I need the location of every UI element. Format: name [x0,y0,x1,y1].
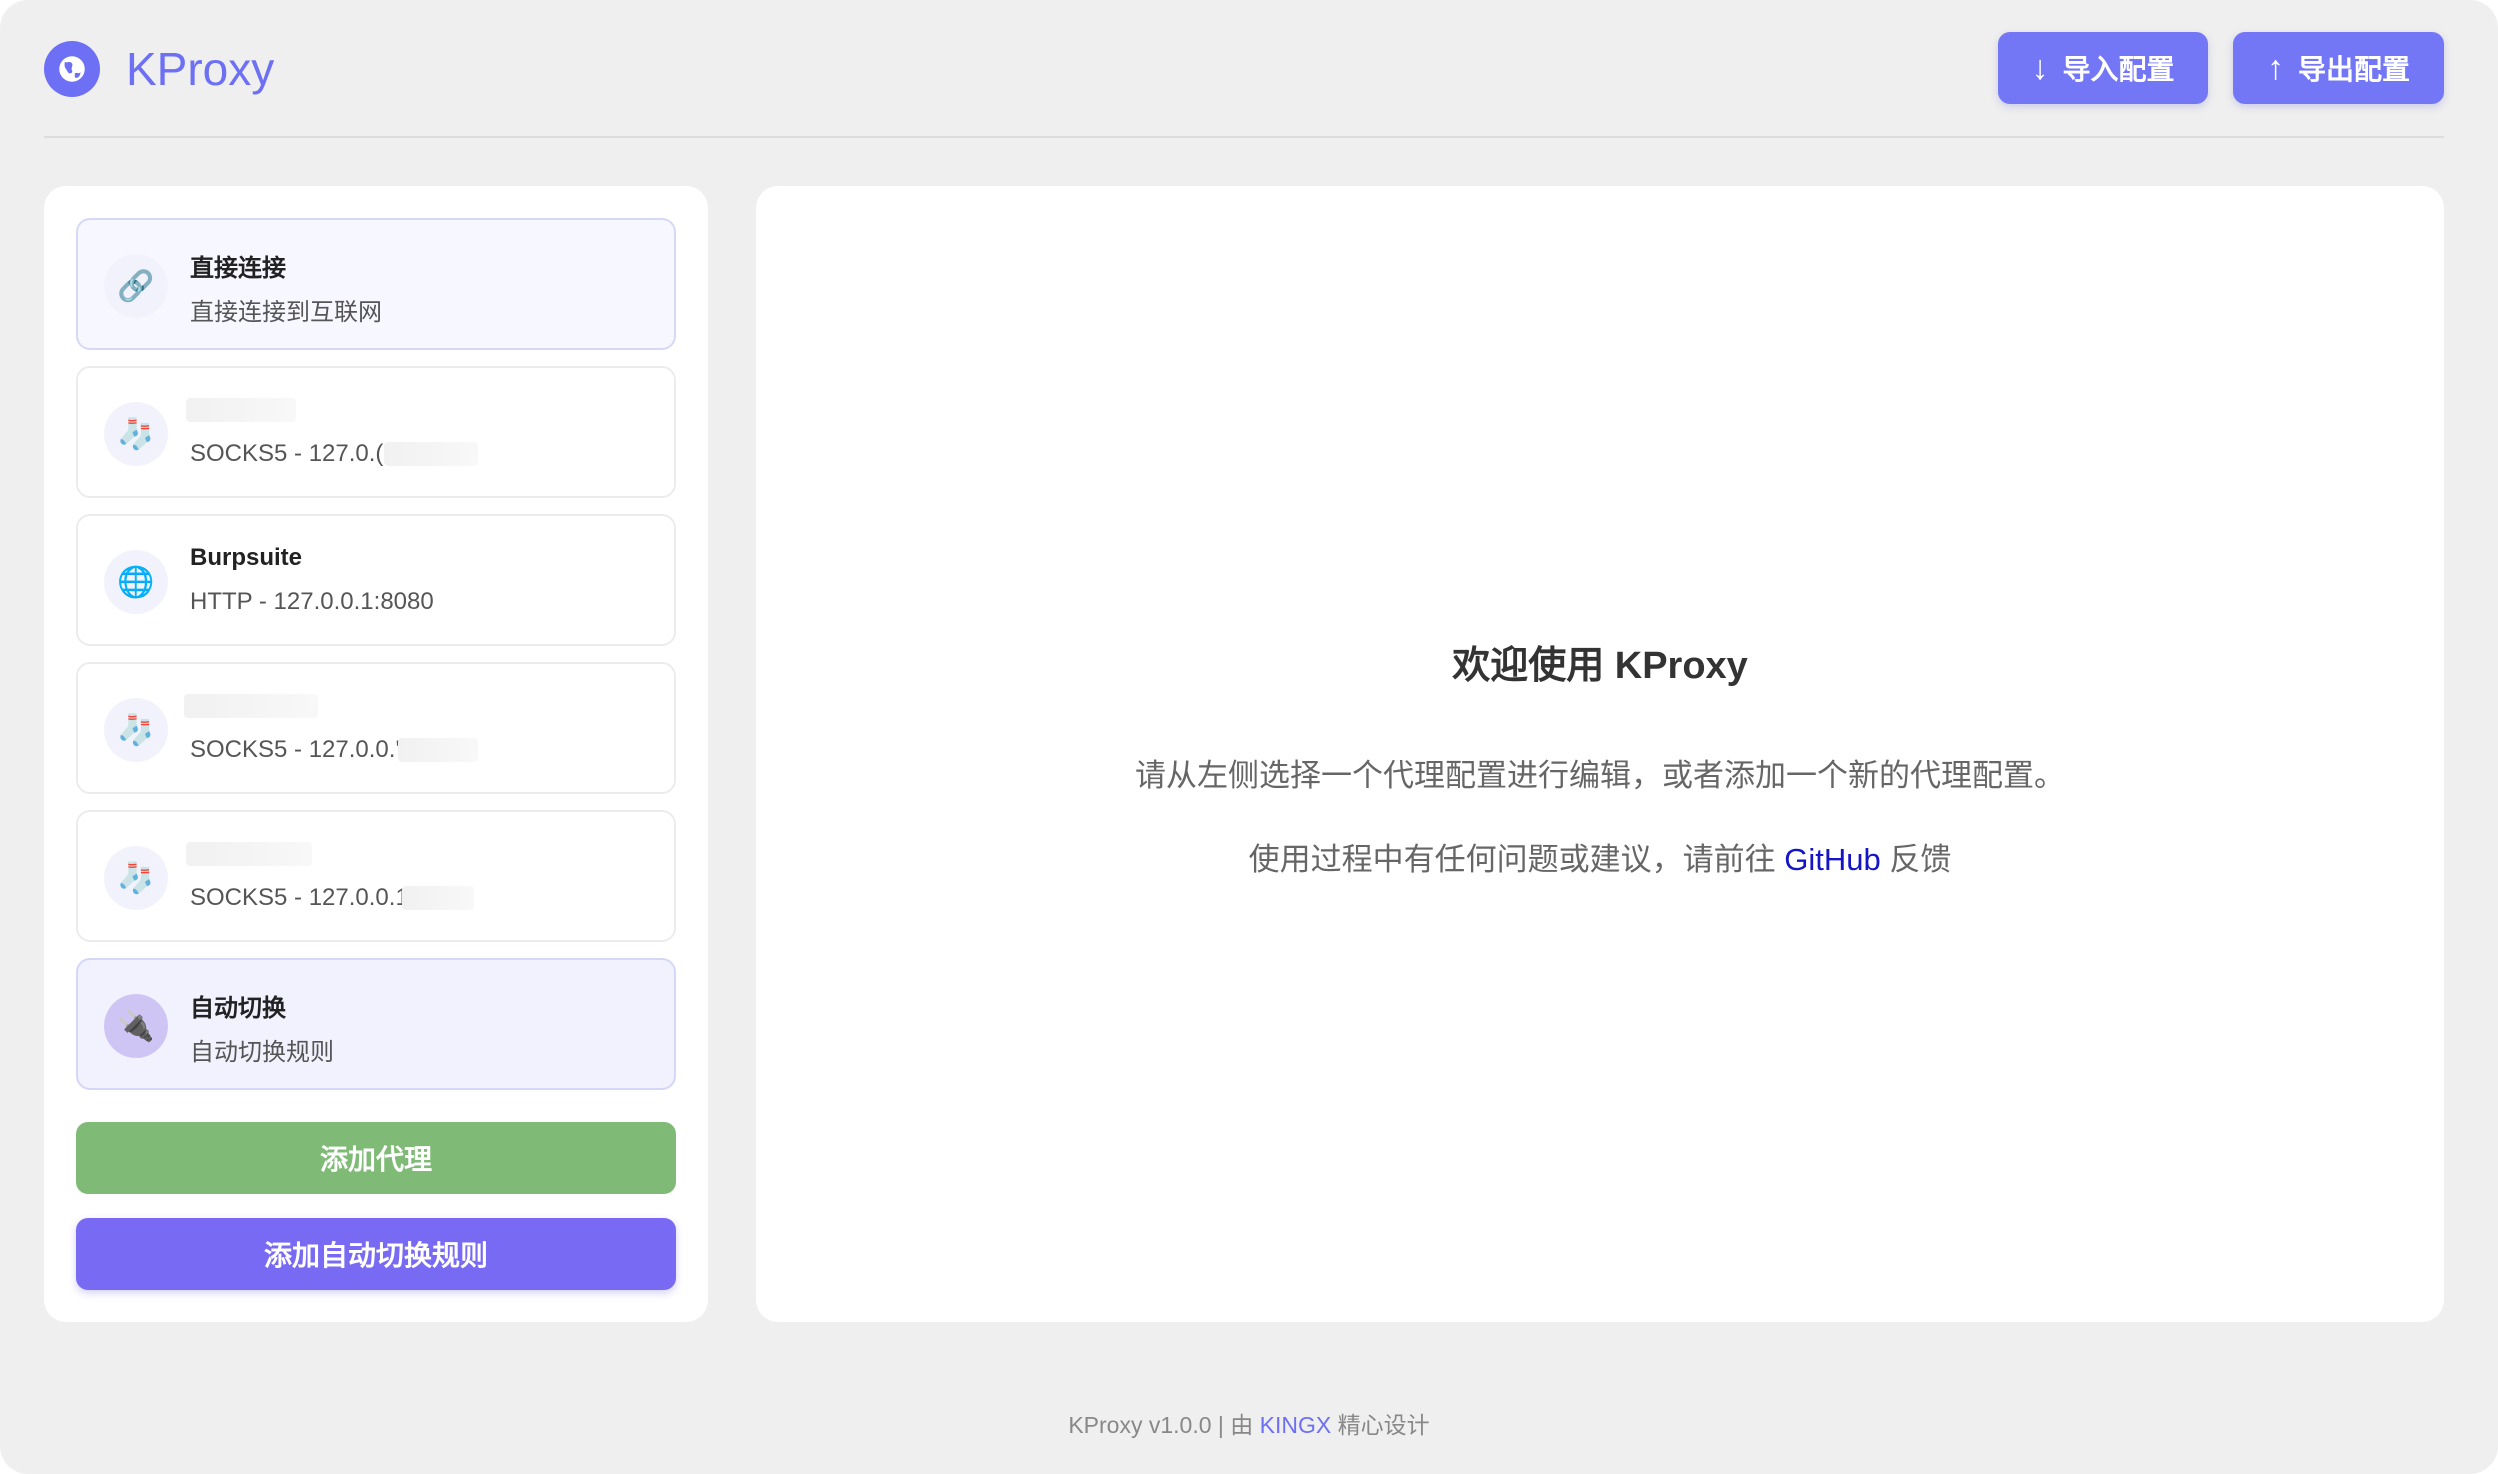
proxy-item-auto-switch[interactable]: 🔌 自动切换 自动切换规则 [76,958,676,1090]
globe-icon: 🌐 [104,550,168,614]
add-auto-switch-rule-button[interactable]: 添加自动切换规则 [76,1218,676,1290]
import-config-label: 导入配置 [2062,54,2175,85]
header: KProxy ↓ 导入配置 ↑ 导出配置 [44,0,2444,138]
redacted-address [402,886,474,910]
proxy-item-subtitle: HTTP - 127.0.0.1:8080 [190,588,434,615]
proxy-item-title: Burpsuite [190,544,303,571]
redacted-address [384,442,478,466]
footer-author-link[interactable]: KINGX [1260,1412,1332,1438]
footer: KProxy v1.0.0 | 由 KINGX 精心设计 [0,1406,2498,1440]
proxy-item-title: 自动切换 [190,995,286,1022]
proxy-item-subtitle: SOCKS5 - 127.0.0.' [190,736,401,763]
add-proxy-button[interactable]: 添加代理 [76,1122,676,1194]
plug-icon: 🔌 [104,994,168,1058]
proxy-item-subtitle: SOCKS5 - 127.0.( [190,440,384,467]
redacted-title [186,842,312,866]
feedback-text: 使用过程中有任何问题或建议，请前往 GitHub 反馈 [756,834,2444,879]
link-icon: 🔗 [104,254,168,318]
proxy-sidebar: 🔗 直接连接 直接连接到互联网 🧦 SOCKS5 - 127.0.( 🌐 Bur… [44,186,708,1322]
redacted-title [184,694,318,718]
proxy-item-burpsuite[interactable]: 🌐 Burpsuite HTTP - 127.0.0.1:8080 [76,514,676,646]
feedback-prefix: 使用过程中有任何问题或建议，请前往 [1248,842,1776,877]
app-title: KProxy [126,43,275,95]
sock-icon: 🧦 [104,846,168,910]
arrow-down-icon: ↓ [2031,48,2049,87]
proxy-item-socks5-2[interactable]: 🧦 SOCKS5 - 127.0.0.' [76,662,676,794]
proxy-item-subtitle: 自动切换规则 [190,1039,334,1066]
brand: KProxy [44,40,274,98]
import-config-button[interactable]: ↓ 导入配置 [1998,32,2208,104]
redacted-title [186,398,296,422]
footer-suffix: 精心设计 [1337,1412,1430,1438]
feedback-suffix: 反馈 [1889,842,1952,877]
sock-icon: 🧦 [104,402,168,466]
redacted-address [398,738,478,762]
app-window: KProxy ↓ 导入配置 ↑ 导出配置 🔗 直接连接 直接连接到互联网 🧦 S… [0,0,2498,1474]
sock-icon: 🧦 [104,698,168,762]
proxy-item-subtitle: 直接连接到互联网 [190,299,382,326]
proxy-item-title: 直接连接 [190,255,286,282]
welcome-title: 欢迎使用 KProxy [1452,645,1748,687]
proxy-item-socks5-1[interactable]: 🧦 SOCKS5 - 127.0.( [76,366,676,498]
arrow-up-icon: ↑ [2266,48,2284,87]
proxy-item-subtitle: SOCKS5 - 127.0.0.1 [190,884,409,911]
main-panel: 欢迎使用 KProxy 请从左侧选择一个代理配置进行编辑，或者添加一个新的代理配… [756,186,2444,1322]
globe-icon [44,41,100,97]
proxy-item-socks5-3[interactable]: 🧦 SOCKS5 - 127.0.0.1 [76,810,676,942]
export-config-label: 导出配置 [2297,54,2410,85]
proxy-item-direct[interactable]: 🔗 直接连接 直接连接到互联网 [76,218,676,350]
github-link[interactable]: GitHub [1784,842,1880,877]
export-config-button[interactable]: ↑ 导出配置 [2233,32,2444,104]
footer-version: KProxy v1.0.0 | 由 [1068,1412,1254,1438]
welcome-text: 请从左侧选择一个代理配置进行编辑，或者添加一个新的代理配置。 [1135,758,2065,793]
